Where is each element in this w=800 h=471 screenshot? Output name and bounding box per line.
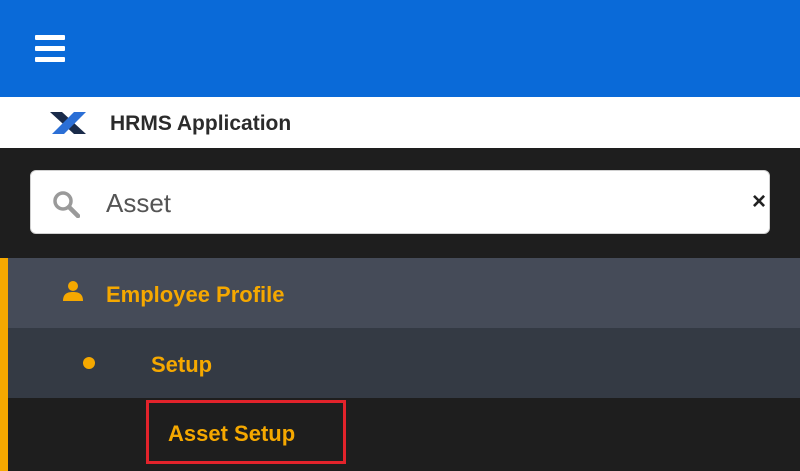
search-icon bbox=[53, 191, 80, 218]
active-accent-bar bbox=[0, 398, 8, 471]
close-icon[interactable]: × bbox=[748, 190, 770, 214]
hamburger-menu-icon[interactable] bbox=[35, 35, 65, 65]
sidebar-item-label: Setup bbox=[151, 352, 213, 377]
active-accent-bar bbox=[0, 258, 8, 328]
x-logo-icon bbox=[50, 112, 86, 134]
search-input[interactable] bbox=[106, 183, 706, 223]
sidebar-item-label[interactable]: Asset Setup bbox=[168, 421, 295, 447]
sidebar-item-asset-setup[interactable] bbox=[0, 398, 800, 471]
sidebar-item-setup[interactable] bbox=[0, 328, 800, 398]
top-header-bar bbox=[0, 0, 800, 97]
dot-icon bbox=[83, 357, 95, 369]
active-accent-bar bbox=[0, 328, 8, 398]
sidebar-item-label: Employee Profile bbox=[106, 282, 285, 307]
app-title: HRMS Application bbox=[110, 112, 292, 135]
user-icon bbox=[63, 281, 83, 301]
